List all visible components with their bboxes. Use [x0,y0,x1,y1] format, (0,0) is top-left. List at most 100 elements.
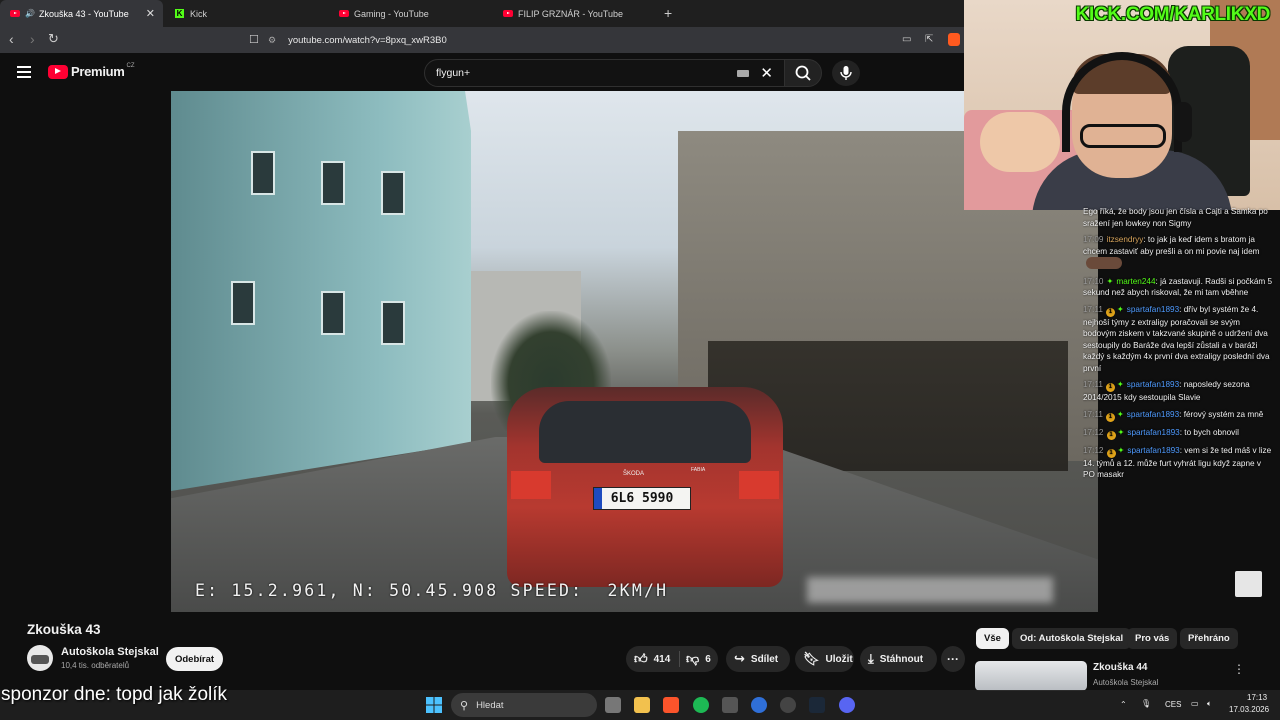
tray-chevron-icon[interactable]: ⌃ [1120,700,1127,709]
bookmark-icon[interactable]: ☐ [249,33,259,46]
discord-icon[interactable] [839,697,855,713]
overlay-sticker [1235,571,1262,597]
thumbs-up-icon[interactable]: 👍︎ [634,651,648,667]
chat-message: 17:12 1 ✦ spartafan1893: vem si že ted máš … [1083,445,1272,480]
search-button[interactable] [784,59,822,87]
chat-time: 17:11 [1083,380,1103,389]
tab-kick[interactable]: K Kick [165,0,327,27]
clock-time[interactable]: 17:13 [1247,693,1267,702]
taskbar-search[interactable]: ⚲ Hledat [451,693,597,717]
download-icon: ⤓ [868,651,874,666]
microphone-icon [840,66,852,80]
language-indicator[interactable]: CES [1165,700,1181,709]
like-count[interactable]: 414 [654,654,671,665]
brave-icon[interactable] [663,697,679,713]
building-window [321,161,345,205]
license-plate: 6L6 5990 [593,487,691,510]
microphone-icon[interactable]: 🎙︎ [1141,699,1151,708]
speaker-icon: 🔊 [25,9,35,18]
browser-tab-strip: 🔊 Zkouška 43 - YouTube ✕ K Kick Gaming -… [0,0,964,27]
volume-icon[interactable]: 🔈︎ [1207,699,1212,709]
app-icon[interactable] [780,697,796,713]
dislike-button[interactable]: 👎︎ 6 [686,651,711,667]
steam-icon[interactable] [809,697,825,713]
sponsor-overlay: sponzor dne: topd jak žolík [1,684,228,705]
building-window [231,281,255,325]
building-window [251,151,275,195]
share-button[interactable]: ↪ Sdílet [726,646,790,672]
task-view-icon[interactable] [605,697,621,713]
share-icon: ↪ [734,651,745,666]
brave-shield-icon[interactable] [948,33,960,46]
save-button[interactable]: 🔖︎ Uložit [795,646,854,672]
download-label: Stáhnout [879,653,924,665]
chat-user: marten244 [1116,276,1156,286]
chat-user: spartafan1893 [1126,380,1180,389]
chat-time: 17:11 [1083,409,1103,419]
chip-for-you[interactable]: Pro vás [1127,628,1178,649]
search-icon: ⚲ [460,699,469,712]
chip-all[interactable]: Vše [976,628,1009,649]
video-player[interactable]: ŠKODA FABIA 6L6 5990 E: 15.2.961, N: 50.… [171,91,1098,612]
search-input[interactable]: flygun+ ✕ [424,59,786,87]
keyboard-icon[interactable] [737,70,749,77]
youtube-icon [339,10,349,17]
more-actions-button[interactable]: ··· [941,646,965,672]
related-video-title[interactable]: Zkouška 44 [1093,662,1147,673]
tab-label: FILIP GRZNÁR - YouTube [518,8,624,19]
app-icon[interactable] [751,697,767,713]
avatar[interactable] [27,645,53,671]
youtube-premium-logo[interactable]: Premium CZ [48,63,135,79]
chip-from-channel[interactable]: Od: Autoškola Stejskal [1012,628,1132,649]
app-icon[interactable] [722,697,738,713]
video-title: Zkouška 43 [27,622,101,637]
building-window [321,291,345,335]
cast-icon[interactable]: ▭ [902,34,911,45]
kick-channel-tag: KICK.COM/KARLIKXD [1075,4,1271,25]
youtube-header: Premium CZ flygun+ ✕ [0,53,964,91]
site-info-icon[interactable]: ⚙ [268,35,276,46]
close-tab-icon[interactable]: ✕ [146,7,155,20]
forward-icon[interactable]: › [30,31,35,47]
channel-name[interactable]: Autoškola Stejskal [61,646,159,658]
clock-date[interactable]: 17.03.2026 [1229,705,1269,714]
share-page-icon[interactable]: ⇱ [925,34,933,45]
chat-message: Ego říká, že body jsou jen čísla a Cajti… [1083,206,1275,229]
chat-text: to bych obnovil [1184,427,1239,437]
tab-zkouska-43[interactable]: 🔊 Zkouška 43 - YouTube ✕ [0,0,163,27]
kick-icon: K [175,9,184,18]
windows-start-icon[interactable] [426,697,442,713]
address-bar[interactable]: ⚙ youtube.com/watch?v=8pxq_xwR3B0 [268,30,888,50]
car-badge: ŠKODA [623,471,645,477]
related-more-icon[interactable]: ⋮ [1233,662,1245,676]
clear-search-icon[interactable]: ✕ [760,64,773,82]
taskbar-search-label: Hledat [476,699,504,711]
badge-icon: ✦ [1116,409,1124,419]
back-icon[interactable]: ‹ [9,31,14,47]
chat-user: spartafan1893 [1127,427,1180,437]
chip-watched[interactable]: Přehráno [1180,628,1238,649]
subscriber-count: 10,4 tis. odběratelů [61,661,130,670]
voice-search-button[interactable] [832,60,860,86]
new-tab-icon[interactable]: + [664,5,672,21]
youtube-icon [10,10,20,17]
download-button[interactable]: ⤓ Stáhnout [860,646,937,672]
spotify-icon[interactable] [693,697,709,713]
badge-icon: ✦ [1106,276,1114,286]
webcam-overlay: KICK.COM/KARLIKXD [964,0,1280,210]
network-icon[interactable]: ▭ [1191,699,1199,708]
tab-gaming[interactable]: Gaming - YouTube [329,0,491,27]
chat-message: 17:09 itzsendryy: to jak ja keď idem s br… [1083,234,1275,271]
logo-text: Premium [71,64,125,79]
file-explorer-icon[interactable] [634,697,650,713]
reload-icon[interactable]: ↻ [48,31,59,47]
save-label: Uložit [825,653,853,665]
chat-message: 17:11 1 ✦ spartafan1893: naposledy sezona 2… [1083,380,1250,402]
related-video-thumbnail[interactable] [975,661,1087,691]
subscribe-button[interactable]: Odebírat [166,647,223,671]
youtube-icon [503,10,513,17]
tab-label: Gaming - YouTube [354,8,429,19]
menu-icon[interactable] [17,66,31,78]
car-rear-window [539,401,751,463]
tab-filip-grznar[interactable]: FILIP GRZNÁR - YouTube [493,0,655,27]
